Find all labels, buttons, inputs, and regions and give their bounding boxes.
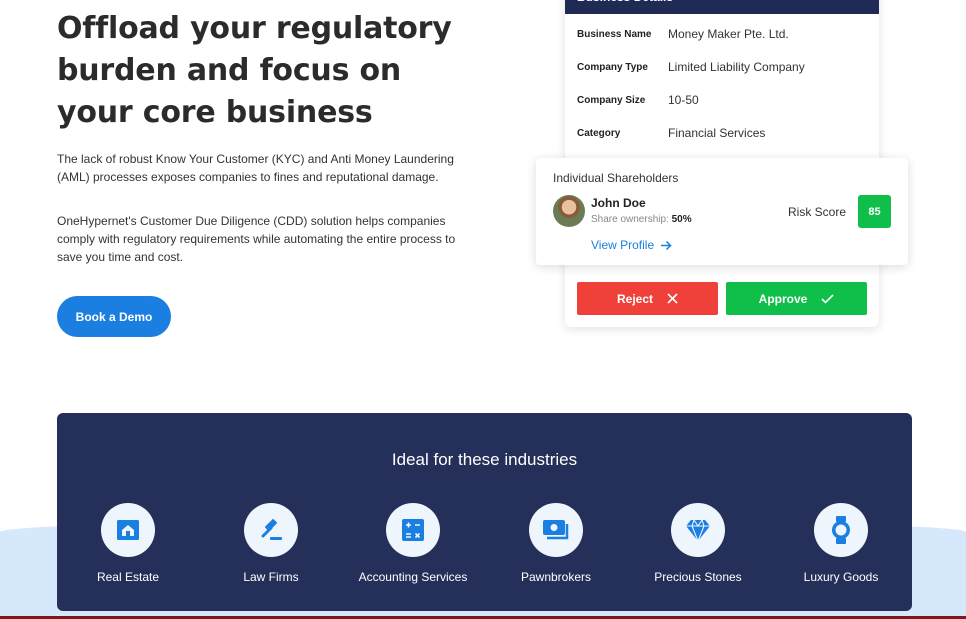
business-details-header: Business Details	[565, 0, 879, 14]
avatar	[553, 195, 585, 227]
business-row-key: Business Name	[577, 28, 652, 40]
industry-real-estate[interactable]: Real Estate	[58, 503, 198, 584]
industry-accounting-services[interactable]: Accounting Services	[343, 503, 483, 584]
business-row-key: Company Type	[577, 61, 648, 73]
risk-score-badge: 85	[858, 195, 891, 228]
business-row-value: Financial Services	[668, 126, 766, 140]
approve-label: Approve	[758, 291, 808, 306]
reject-button[interactable]: Reject	[577, 282, 718, 315]
view-profile-link[interactable]: View Profile	[591, 238, 672, 252]
shareholder-name: John Doe	[591, 196, 646, 210]
book-demo-button[interactable]: Book a Demo	[57, 296, 171, 337]
share-ownership: Share ownership: 50%	[591, 214, 692, 225]
business-row-category: Category Financial Services	[577, 123, 873, 143]
reject-label: Reject	[616, 291, 654, 306]
diamond-icon	[686, 519, 710, 542]
industries-panel: Ideal for these industries Real Estate L…	[57, 413, 912, 611]
industry-label: Law Firms	[243, 570, 299, 584]
risk-score-label: Risk Score	[788, 205, 847, 219]
business-row-key: Category	[577, 127, 621, 139]
business-row-name: Business Name Money Maker Pte. Ltd.	[577, 24, 873, 44]
check-icon	[821, 293, 834, 304]
arrow-right-icon	[661, 240, 672, 250]
industry-label: Pawnbrokers	[520, 570, 592, 584]
business-row-size: Company Size 10-50	[577, 90, 873, 110]
calculator-icon	[402, 519, 424, 541]
hero-title: Offload your regulatory burden and focus…	[57, 11, 452, 130]
industry-law-firms[interactable]: Law Firms	[201, 503, 341, 584]
industry-luxury-goods[interactable]: Luxury Goods	[771, 503, 911, 584]
shareholder-card: Individual Shareholders John Doe Share o…	[536, 158, 908, 265]
industry-pawnbrokers[interactable]: Pawnbrokers	[486, 503, 626, 584]
industry-label: Luxury Goods	[803, 570, 879, 584]
industry-label: Precious Stones	[654, 570, 742, 584]
money-icon	[543, 520, 569, 540]
share-ownership-value: 50%	[671, 214, 692, 225]
business-row-value: Limited Liability Company	[668, 60, 805, 74]
business-row-key: Company Size	[577, 94, 646, 106]
gavel-icon	[261, 519, 282, 540]
close-icon	[667, 293, 678, 304]
industry-label: Real Estate	[96, 570, 160, 584]
business-row-type: Company Type Limited Liability Company	[577, 57, 873, 77]
shareholder-title: Individual Shareholders	[553, 171, 679, 185]
hero-paragraph-2: OneHypernet's Customer Due Diligence (CD…	[57, 214, 456, 264]
business-row-value: 10-50	[668, 93, 699, 107]
industry-label: Accounting Services	[358, 570, 468, 584]
business-row-value: Money Maker Pte. Ltd.	[668, 27, 789, 41]
hero-paragraph-1: The lack of robust Know Your Customer (K…	[57, 152, 454, 184]
share-ownership-label: Share ownership:	[591, 214, 669, 225]
industries-title: Ideal for these industries	[391, 450, 578, 469]
house-icon	[117, 520, 139, 540]
approve-button[interactable]: Approve	[726, 282, 867, 315]
watch-icon	[832, 516, 850, 544]
industry-precious-stones[interactable]: Precious Stones	[628, 503, 768, 584]
view-profile-label: View Profile	[591, 238, 655, 252]
